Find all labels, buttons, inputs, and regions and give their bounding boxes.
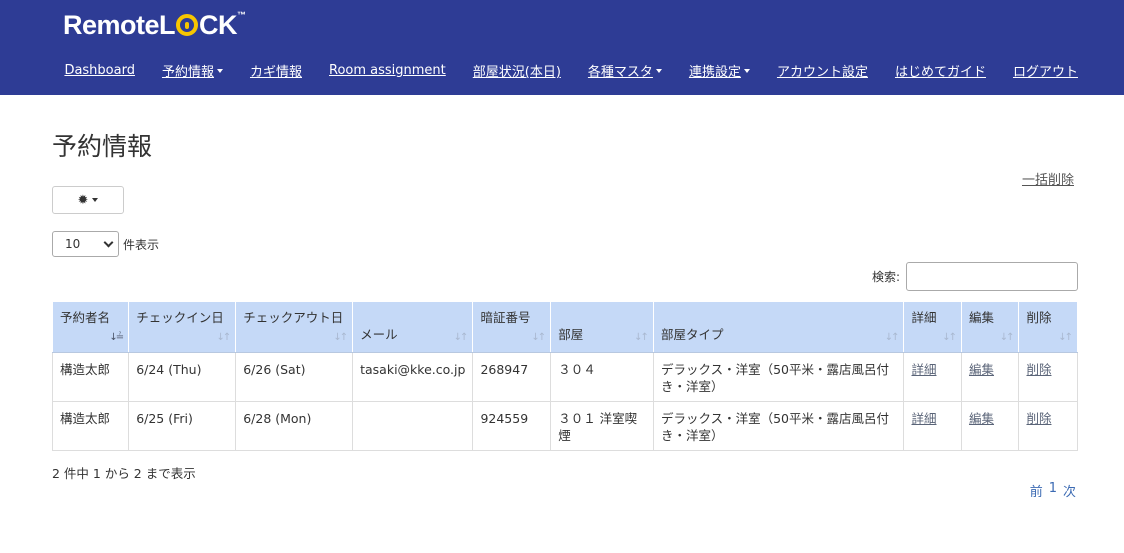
search-input[interactable] (906, 262, 1078, 291)
sort-icon: ↓↑ (333, 332, 348, 343)
detail-link[interactable]: 詳細 (911, 362, 936, 377)
sort-icon: ↓↑ (999, 332, 1015, 343)
nav-logout[interactable]: ログアウト (1013, 61, 1078, 80)
sort-icon: ↓↑ (531, 332, 546, 343)
column-header-delete[interactable]: 削除 ↓↑ (1018, 301, 1078, 353)
cell-room-type: デラックス・洋室（50平米・露店風呂付き・洋室） (652, 352, 905, 402)
cell-email: tasaki@kke.co.jp (352, 352, 474, 402)
cell-name: 構造太郎 (51, 352, 130, 402)
caret-down-icon (743, 68, 750, 73)
table-row: 構造太郎 6/24 (Thu) 6/26 (Sat) tasaki@kke.co… (51, 352, 1078, 402)
table-row: 構造太郎 6/25 (Fri) 6/28 (Mon) 924559 ３０１ 洋室… (51, 401, 1078, 451)
nav-dashboard[interactable]: Dashboard (64, 61, 135, 80)
caret-down-icon (216, 68, 223, 73)
nav-reservations[interactable]: 予約情報 (162, 61, 223, 80)
detail-link[interactable]: 詳細 (911, 411, 936, 426)
column-header-detail[interactable]: 詳細 ↓↑ (903, 301, 962, 353)
nav-room-assignment[interactable]: Room assignment (329, 61, 446, 80)
cell-checkin: 6/24 (Thu) (128, 352, 237, 402)
delete-link[interactable]: 削除 (1026, 411, 1051, 426)
logo-trademark: ™ (237, 10, 246, 20)
edit-link[interactable]: 編集 (969, 362, 994, 377)
remotelock-logo[interactable]: Remote L CK ™ (63, 10, 246, 40)
pagination: 前 1 次 (1030, 481, 1076, 500)
sort-icon: ↓↑ (1058, 332, 1073, 343)
cell-room: ３０１ 洋室喫煙 (550, 401, 654, 451)
cell-edit: 編集 (960, 401, 1020, 451)
sort-icon: ↓↑ (884, 332, 900, 343)
column-header-room-type[interactable]: 部屋タイプ ↓↑ (652, 301, 905, 353)
column-header-pin[interactable]: 暗証番号 ↓↑ (472, 301, 552, 353)
main-nav: Dashboard 予約情報 カギ情報 Room assignment 部屋状況… (37, 61, 1078, 80)
bulk-delete-link[interactable]: 一括削除 (1022, 169, 1074, 188)
gear-icon: ✹ (77, 192, 89, 208)
column-header-name[interactable]: 予約者名 ↓≟ (51, 301, 130, 353)
pagination-page[interactable]: 1 (1049, 481, 1057, 500)
cell-pin: 924559 (472, 401, 552, 451)
delete-link[interactable]: 削除 (1026, 362, 1051, 377)
column-header-checkin[interactable]: チェックイン日 ↓↑ (128, 301, 237, 353)
lock-icon (176, 14, 199, 36)
column-header-edit[interactable]: 編集 ↓↑ (960, 301, 1020, 353)
reservations-table: 予約者名 ↓≟ チェックイン日 ↓↑ チェックアウト日 ↓↑ メール ↓↑ 暗証番号 ↓↑… (51, 301, 1078, 451)
logo-text-ck: CK (199, 9, 238, 40)
page-title: 予約情報 (52, 132, 153, 161)
logo-text-remote: Remote (63, 9, 160, 40)
nav-getting-started[interactable]: はじめてガイド (895, 61, 986, 80)
search-label: 検索: (871, 270, 900, 284)
caret-down-icon (92, 198, 99, 202)
edit-link[interactable]: 編集 (969, 411, 994, 426)
nav-masters[interactable]: 各種マスタ (588, 61, 662, 80)
cell-room-type: デラックス・洋室（50平米・露店風呂付き・洋室） (652, 401, 905, 451)
cell-detail: 詳細 (903, 401, 962, 451)
pagination-prev[interactable]: 前 (1030, 481, 1043, 500)
nav-integrations[interactable]: 連携設定 (689, 61, 750, 80)
sort-icon: ↓↑ (942, 332, 957, 343)
cell-detail: 詳細 (903, 352, 962, 402)
cell-pin: 268947 (472, 352, 552, 402)
chevron-down-icon (103, 237, 114, 247)
cell-delete: 削除 (1018, 401, 1078, 451)
top-navbar: Remote L CK ™ Dashboard 予約情報 カギ情報 Room a… (0, 0, 1124, 95)
sort-icon: ↓↑ (453, 332, 469, 343)
cell-edit: 編集 (960, 352, 1020, 402)
table-info: 2 件中 1 から 2 まで表示 (52, 466, 196, 481)
page-length-label: 件表示 (123, 237, 160, 252)
nav-room-status[interactable]: 部屋状況(本日) (473, 61, 561, 80)
search-control: 検索: (872, 262, 1078, 291)
page-length-control: 10 件表示 (52, 231, 159, 257)
cell-email (352, 401, 474, 451)
cell-checkout: 6/26 (Sat) (235, 352, 354, 402)
page-length-select[interactable]: 10 (52, 231, 119, 257)
column-header-email[interactable]: メール ↓↑ (352, 301, 474, 353)
table-header-row: 予約者名 ↓≟ チェックイン日 ↓↑ チェックアウト日 ↓↑ メール ↓↑ 暗証番号 ↓↑… (51, 301, 1078, 353)
nav-keys[interactable]: カギ情報 (250, 61, 302, 80)
sort-asc-icon: ↓≟ (109, 332, 124, 343)
column-header-checkout[interactable]: チェックアウト日 ↓↑ (235, 301, 354, 353)
pagination-next[interactable]: 次 (1063, 481, 1076, 500)
column-header-room[interactable]: 部屋 ↓↑ (550, 301, 654, 353)
sort-icon: ↓↑ (216, 332, 231, 343)
caret-down-icon (655, 68, 662, 73)
cell-name: 構造太郎 (51, 401, 130, 451)
logo-text-l: L (159, 9, 176, 40)
cell-room: ３０４ (550, 352, 654, 402)
cell-checkout: 6/28 (Mon) (235, 401, 354, 451)
sort-icon: ↓↑ (634, 332, 649, 343)
nav-account-settings[interactable]: アカウント設定 (777, 61, 868, 80)
cell-checkin: 6/25 (Fri) (128, 401, 237, 451)
settings-dropdown-button[interactable]: ✹ (52, 186, 124, 214)
cell-delete: 削除 (1018, 352, 1078, 402)
